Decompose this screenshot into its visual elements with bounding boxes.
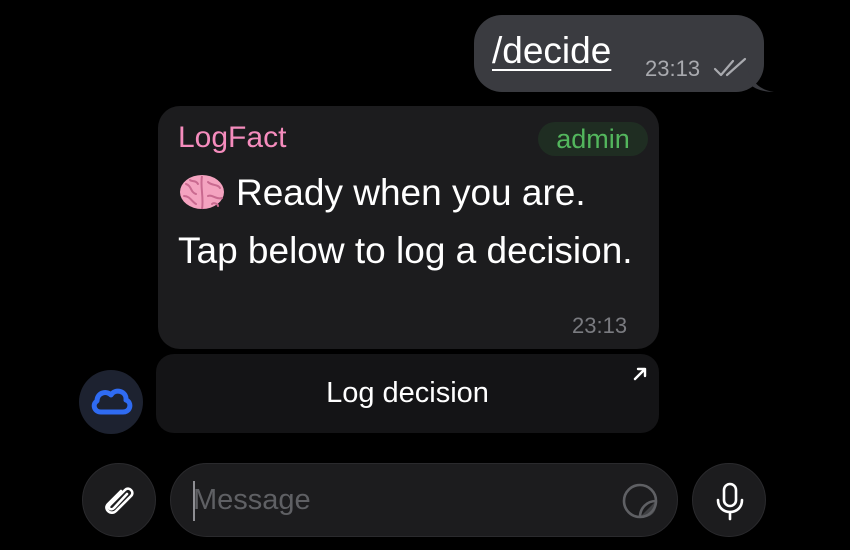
log-decision-button[interactable]: Log decision <box>156 354 659 433</box>
paperclip-icon <box>105 487 134 514</box>
text-caret <box>193 481 195 521</box>
cloud-icon <box>91 388 133 415</box>
incoming-message-text: Ready when you are. Tap below to log a d… <box>178 164 648 280</box>
incoming-message-time: 23:13 <box>572 313 628 338</box>
brain-emoji-icon <box>180 175 224 210</box>
outgoing-message-time: 23:13 <box>645 56 701 81</box>
sticker-icon[interactable] <box>621 482 659 520</box>
attach-button[interactable] <box>82 463 156 537</box>
microphone-icon <box>716 482 744 521</box>
microphone-button[interactable] <box>692 463 766 537</box>
open-link-arrow-icon <box>633 367 647 381</box>
outgoing-bubble-tail <box>748 70 774 92</box>
message-input[interactable] <box>193 478 603 522</box>
sender-name[interactable]: LogFact <box>178 120 286 156</box>
log-decision-label: Log decision <box>326 377 489 409</box>
chat-view: /decide 23:13 LogFact admin Ready when y… <box>0 0 850 550</box>
bot-avatar[interactable] <box>79 370 143 434</box>
double-check-icon <box>713 57 747 77</box>
admin-badge: admin <box>538 122 648 156</box>
message-field[interactable] <box>170 463 678 537</box>
incoming-message-body: Ready when you are. Tap below to log a d… <box>178 172 633 271</box>
outgoing-message-text[interactable]: /decide <box>492 28 611 74</box>
